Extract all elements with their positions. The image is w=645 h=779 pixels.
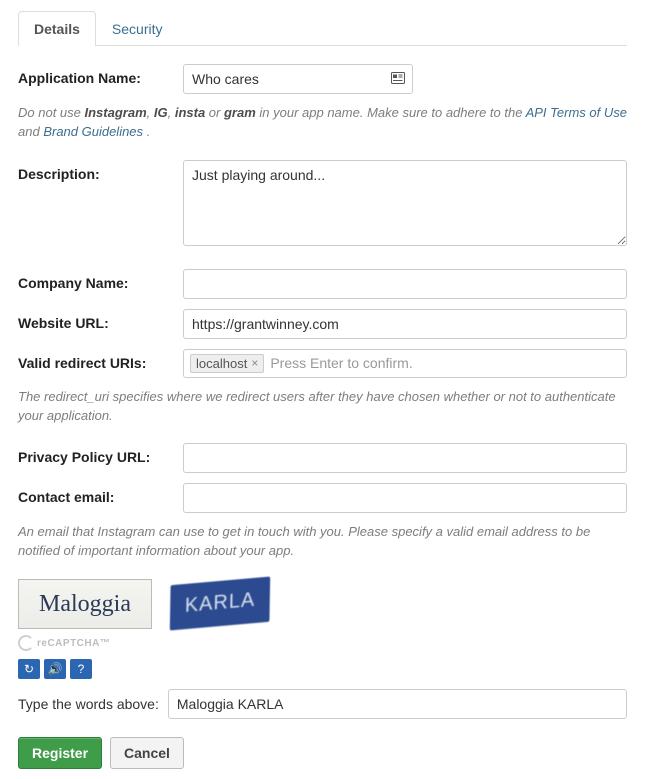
cancel-button[interactable]: Cancel bbox=[110, 737, 184, 769]
redirect-input[interactable]: localhost × Press Enter to confirm. bbox=[183, 349, 627, 378]
tab-details[interactable]: Details bbox=[18, 11, 96, 46]
captcha-refresh-button[interactable]: ↻ bbox=[18, 659, 40, 679]
tab-security[interactable]: Security bbox=[96, 11, 179, 46]
captcha-images: Maloggia reCAPTCHA™ KARLA bbox=[18, 579, 627, 651]
company-label: Company Name: bbox=[18, 269, 183, 291]
captcha-audio-button[interactable]: 🔊 bbox=[44, 659, 66, 679]
recaptcha-icon bbox=[18, 635, 34, 651]
brand-guidelines-link[interactable]: Brand Guidelines bbox=[43, 124, 143, 139]
privacy-label: Privacy Policy URL: bbox=[18, 443, 183, 465]
captcha-word-1: Maloggia bbox=[18, 579, 152, 629]
recaptcha-brand: reCAPTCHA™ bbox=[18, 635, 152, 651]
audio-icon: 🔊 bbox=[48, 662, 63, 676]
refresh-icon: ↻ bbox=[24, 662, 34, 676]
app-name-label: Application Name: bbox=[18, 64, 183, 86]
website-label: Website URL: bbox=[18, 309, 183, 331]
help-icon: ? bbox=[78, 662, 85, 676]
description-label: Description: bbox=[18, 160, 183, 182]
redirect-label: Valid redirect URIs: bbox=[18, 349, 183, 371]
api-terms-link[interactable]: API Terms of Use bbox=[526, 105, 627, 120]
captcha-controls: ↻ 🔊 ? bbox=[18, 659, 627, 679]
website-input[interactable] bbox=[183, 309, 627, 339]
captcha-input[interactable] bbox=[168, 689, 627, 719]
captcha-input-label: Type the words above: bbox=[18, 696, 159, 712]
privacy-input[interactable] bbox=[183, 443, 627, 473]
description-input[interactable]: Just playing around... bbox=[183, 160, 627, 246]
redirect-tag: localhost × bbox=[190, 354, 264, 373]
tag-remove-icon[interactable]: × bbox=[251, 356, 258, 370]
company-input[interactable] bbox=[183, 269, 627, 299]
redirect-placeholder: Press Enter to confirm. bbox=[270, 355, 412, 371]
register-button[interactable]: Register bbox=[18, 737, 102, 769]
app-name-hint: Do not use Instagram, IG, insta or gram … bbox=[18, 104, 627, 142]
tab-bar: Details Security bbox=[18, 10, 627, 46]
redirect-hint: The redirect_uri specifies where we redi… bbox=[18, 388, 627, 426]
redirect-tag-text: localhost bbox=[196, 356, 247, 371]
captcha-word-2: KARLA bbox=[170, 577, 270, 631]
contact-hint: An email that Instagram can use to get i… bbox=[18, 523, 627, 561]
app-name-input[interactable] bbox=[183, 64, 413, 94]
contact-label: Contact email: bbox=[18, 483, 183, 505]
captcha-help-button[interactable]: ? bbox=[70, 659, 92, 679]
contact-input[interactable] bbox=[183, 483, 627, 513]
